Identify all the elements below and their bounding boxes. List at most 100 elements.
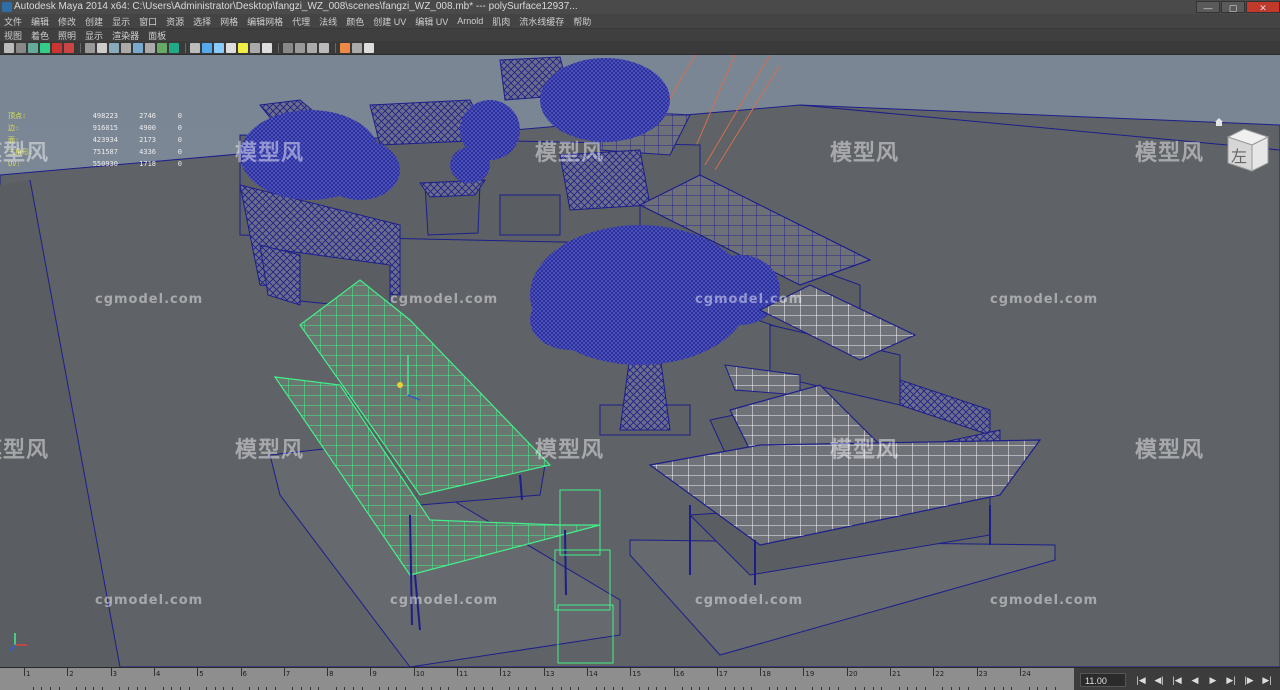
perspective-viewport[interactable]: 顶点: 498223 2746 0 边: 916015 4900 0 面: 423934 2173 0…	[0, 55, 1280, 667]
xray-icon[interactable]	[169, 42, 179, 53]
xray-joints-icon[interactable]	[352, 42, 362, 53]
toolbar-separator	[80, 42, 81, 53]
step-back-key-button[interactable]: ◀|	[1152, 673, 1166, 687]
wireframe-on-shaded-icon[interactable]	[121, 42, 131, 53]
hud-cell-v3: 0	[177, 148, 182, 156]
close-button[interactable]: ✕	[1246, 1, 1280, 13]
panel-menu-item-2[interactable]: 照明	[58, 29, 76, 42]
minimize-button[interactable]: —	[1196, 1, 1220, 13]
default-light-icon[interactable]	[238, 42, 248, 53]
timeline-tick	[67, 668, 69, 676]
timeline-tick	[543, 668, 545, 676]
menu-item-4[interactable]: 显示	[112, 15, 130, 28]
motion-blur-icon[interactable]	[295, 42, 305, 53]
view-cube[interactable]: 左	[1222, 125, 1274, 175]
menu-item-9[interactable]: 编辑网格	[247, 15, 283, 28]
time-slider: 1 2 3 4 5 6 7 8 9 10 11 12 13 14 15 16 17 18 19 20 21 22 23 24 …	[0, 667, 1280, 690]
menu-item-16[interactable]: 肌肉	[492, 15, 510, 28]
anti-alias-icon[interactable]	[307, 42, 317, 53]
shadows-icon[interactable]	[157, 42, 167, 53]
timeline-ruler[interactable]: 1 2 3 4 5 6 7 8 9 10 11 12 13 14 15 16 17 18 19 20 21 22 23 24	[0, 668, 1074, 690]
panel-menu-item-1[interactable]: 着色	[31, 29, 49, 42]
timeline-tick	[327, 668, 329, 676]
hud-row: 顶点: 498223 2746 0	[8, 110, 182, 122]
hud-cell-label: UV:	[8, 160, 21, 168]
image-plane-icon[interactable]	[40, 42, 50, 53]
panel-menu-item-5[interactable]: 面板	[148, 29, 166, 42]
lock-camera-icon[interactable]	[16, 42, 26, 53]
timeline-tick	[716, 668, 718, 676]
timeline-tick	[197, 668, 199, 676]
timeline-tick	[976, 668, 978, 676]
go-to-end-button[interactable]: ▶|	[1260, 673, 1274, 687]
play-forwards-button[interactable]: ▶	[1206, 673, 1220, 687]
xray-active-icon[interactable]	[364, 42, 374, 53]
depth-of-field-icon[interactable]	[319, 42, 329, 53]
timeline-tick	[413, 668, 415, 676]
hud-cell-label: 边:	[8, 124, 20, 132]
menu-item-7[interactable]: 选择	[193, 15, 211, 28]
select-camera-icon[interactable]	[4, 42, 14, 53]
bookmark-icon[interactable]	[28, 42, 38, 53]
checker-icon[interactable]	[226, 42, 236, 53]
panel-menu-item-3[interactable]: 显示	[85, 29, 103, 42]
hud-cell-label: 三角形:	[8, 148, 34, 156]
menu-item-14[interactable]: 编辑 UV	[415, 15, 448, 28]
smooth-shade-icon[interactable]	[109, 42, 119, 53]
lights-icon[interactable]	[145, 42, 155, 53]
wireframe-icon[interactable]	[97, 42, 107, 53]
window-controls: — ▢ ✕	[1195, 0, 1280, 14]
cube-icon[interactable]	[190, 42, 200, 53]
hud-cell-v1: 498223	[92, 112, 118, 120]
panel-menu-item-0[interactable]: 视图	[4, 29, 22, 42]
step-forward-key-button[interactable]: |▶	[1242, 673, 1256, 687]
timeline-tick-label: 16	[675, 670, 685, 678]
go-to-start-button[interactable]: |◀	[1134, 673, 1148, 687]
toolbar-separator	[185, 42, 186, 53]
timeline-tick-label: 12	[502, 670, 512, 678]
current-frame-field[interactable]: 11.00	[1080, 673, 1126, 687]
cube-shaded-icon[interactable]	[202, 42, 212, 53]
menu-item-10[interactable]: 代理	[292, 15, 310, 28]
timeline-tick-label: 11	[459, 670, 468, 678]
textured-icon[interactable]	[133, 42, 143, 53]
resolution-gate-icon[interactable]	[64, 42, 74, 53]
sphere-icon[interactable]	[262, 42, 272, 53]
poly-count-hud: 顶点: 498223 2746 0 边: 916015 4900 0 面: 423934 2173 0…	[8, 110, 182, 170]
menu-item-17[interactable]: 流水线缓存	[519, 15, 564, 28]
panel-menu-bar: 视图 着色 照明 显示 渲染器 面板	[0, 29, 1280, 41]
cube-textured-icon[interactable]	[214, 42, 224, 53]
panel-menu-item-4[interactable]: 渲染器	[112, 29, 139, 42]
timeline-tick-label: 4	[155, 670, 161, 678]
hud-cell-v2: 2173	[139, 136, 156, 144]
menu-item-5[interactable]: 窗口	[139, 15, 157, 28]
film-gate-icon[interactable]	[52, 42, 62, 53]
step-forward-frame-button[interactable]: ▶|	[1224, 673, 1238, 687]
ambient-occlusion-icon[interactable]	[283, 42, 293, 53]
all-lights-icon[interactable]	[250, 42, 260, 53]
menu-item-18[interactable]: 帮助	[573, 15, 591, 28]
menu-item-15[interactable]: Arnold	[457, 16, 483, 26]
menu-item-1[interactable]: 编辑	[31, 15, 49, 28]
menu-item-8[interactable]: 网格	[220, 15, 238, 28]
menu-item-6[interactable]: 资源	[166, 15, 184, 28]
isolate-select-icon[interactable]	[340, 42, 350, 53]
timeline-tick	[933, 668, 935, 676]
hud-cell-v1: 751587	[92, 148, 118, 156]
timeline-tick	[457, 668, 458, 676]
menu-item-0[interactable]: 文件	[4, 15, 22, 28]
grid-icon[interactable]	[85, 42, 95, 53]
menu-item-2[interactable]: 修改	[58, 15, 76, 28]
hud-cell-v3: 0	[177, 124, 182, 132]
timeline-tick-label: 24	[1021, 670, 1031, 678]
play-backwards-button[interactable]: ◀	[1188, 673, 1202, 687]
maximize-button[interactable]: ▢	[1221, 1, 1245, 13]
hud-cell-label: 面:	[8, 136, 20, 144]
menu-item-3[interactable]: 创建	[85, 15, 103, 28]
menu-item-11[interactable]: 法线	[319, 15, 337, 28]
hud-cell-v1: 550930	[92, 160, 118, 168]
timeline-tick-label: 17	[718, 670, 728, 678]
menu-item-12[interactable]: 颜色	[346, 15, 364, 28]
menu-item-13[interactable]: 创建 UV	[373, 15, 406, 28]
step-back-frame-button[interactable]: |◀	[1170, 673, 1184, 687]
